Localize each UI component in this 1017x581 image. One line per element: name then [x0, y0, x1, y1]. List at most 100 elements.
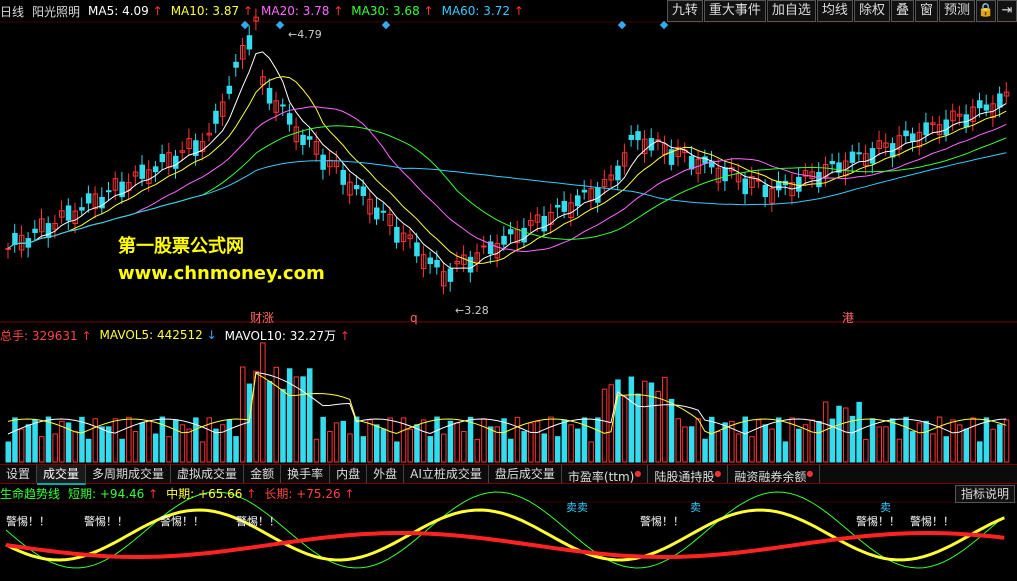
volume-bar	[280, 388, 286, 463]
up-arrow-icon: ↑	[239, 4, 253, 18]
indicator-name[interactable]: 生命趋势线	[0, 485, 60, 502]
candle	[266, 88, 273, 104]
candle	[742, 178, 748, 195]
volume-bar	[213, 428, 219, 463]
candle	[943, 119, 949, 136]
warning-label: 警惕！！	[6, 514, 50, 528]
volume-bar	[360, 436, 367, 463]
ma-label: MA10:	[170, 4, 209, 18]
tab-6[interactable]: 内盘	[330, 465, 368, 483]
volume-bar	[126, 416, 132, 463]
volume-bar	[735, 433, 742, 463]
volume-bar	[434, 416, 440, 463]
warning-label: 警惕！！	[84, 514, 128, 528]
volume-bar	[240, 366, 246, 463]
lock-icon[interactable]: 🔒	[976, 0, 996, 22]
ma-legend-item: MA30: 3.68 ↑	[351, 4, 433, 18]
volume-bar	[380, 428, 387, 463]
tab-9[interactable]: 盘后成交量	[489, 465, 562, 483]
volume-bar	[688, 426, 695, 463]
volume-bar	[943, 436, 949, 463]
volume-bar	[816, 421, 822, 463]
toolbar-button-5[interactable]: 叠	[890, 0, 914, 22]
candle	[762, 184, 769, 198]
volume-bar	[769, 428, 775, 463]
indicator-legend-item: 长期: +75.26 ↑	[264, 486, 355, 501]
warning-label: 警惕！！	[640, 514, 684, 528]
candle	[541, 215, 547, 232]
candle	[467, 256, 474, 273]
volume-bar	[983, 417, 990, 463]
warning-label: 警惕！！	[856, 514, 900, 528]
tab-11[interactable]: 陆股通持股●	[648, 465, 729, 484]
toolbar-button-4[interactable]: 除权	[853, 0, 890, 22]
tab-8[interactable]: AI立桩成交量	[404, 465, 489, 483]
candle	[85, 193, 92, 204]
up-arrow-icon: ↑	[510, 4, 524, 18]
volume-bar	[1003, 419, 1010, 463]
tab-1[interactable]: 成交量	[37, 465, 87, 485]
volume-bar	[246, 383, 253, 463]
volume-bar	[742, 416, 748, 463]
volume-bar	[749, 436, 755, 463]
back-arrow-icon[interactable]: ⇥	[997, 0, 1017, 22]
volume-header: 总手: 329631 ↑ MAVOL5: 442512 ↓ MAVOL10: 32.…	[0, 326, 358, 344]
volume-bar	[575, 428, 581, 463]
up-arrow-icon: ↑	[148, 486, 159, 501]
tab-2[interactable]: 多周期成交量	[86, 465, 172, 483]
toolbar-button-6[interactable]: 窗	[914, 0, 938, 22]
toolbar-button-1[interactable]: 重大事件	[703, 0, 766, 22]
volume-bar	[333, 422, 340, 463]
tab-0[interactable]: 设置	[0, 465, 38, 483]
candle	[575, 195, 581, 207]
tab-7[interactable]: 外盘	[367, 465, 405, 483]
tab-4[interactable]: 金额	[244, 465, 282, 483]
volume-bar	[32, 419, 38, 463]
volume-bar	[146, 420, 152, 463]
candle	[595, 187, 601, 203]
candle	[427, 257, 434, 265]
tab-5[interactable]: 换手率	[281, 465, 331, 483]
ma-legend-item: MA20: 3.78 ↑	[261, 4, 343, 18]
indicator-tab-bar: 设置 成交量 多周期成交量 虚拟成交量 金额 换手率 内盘 外盘 AI立桩成交量 盘后成交量 市盈率…	[0, 464, 1017, 485]
volume-bar	[293, 376, 300, 463]
candle	[106, 190, 112, 193]
tab-3[interactable]: 虚拟成交量	[171, 465, 245, 483]
volume-bar	[119, 438, 125, 463]
candle	[521, 227, 527, 243]
toolbar-button-0[interactable]: 九转	[666, 0, 703, 22]
up-arrow-icon: ↑	[246, 486, 257, 501]
stock-name: 阳光照明	[32, 4, 81, 19]
volume-bar	[997, 424, 1003, 463]
sell-label: 卖卖	[566, 501, 588, 514]
toolbar-button-2[interactable]: 加自选	[766, 0, 816, 22]
volume-bar	[668, 398, 675, 463]
volume-bar	[796, 428, 802, 463]
candle	[796, 176, 802, 192]
ma-legend: MA5: 4.09 ↑ MA10: 3.87 ↑ MA20: 3.78 ↑ MA30:…	[88, 4, 532, 18]
volume-bar	[541, 433, 547, 463]
volume-bar	[863, 438, 869, 463]
tab-12[interactable]: 融资融券余额●	[728, 465, 821, 484]
candle	[414, 242, 420, 257]
toolbar-button-3[interactable]: 均线	[816, 0, 853, 22]
volume-bar	[903, 416, 909, 463]
high-price-label: ←4.79	[288, 28, 322, 41]
candle	[300, 134, 306, 145]
candle	[481, 245, 487, 248]
up-arrow-icon: ↑	[344, 486, 355, 501]
volume-bar	[883, 426, 889, 463]
volume-bar	[92, 418, 99, 463]
indicator-help-button[interactable]: 指标说明	[954, 485, 1015, 503]
candle	[688, 155, 695, 170]
volume-bar	[977, 441, 983, 463]
indicator-legend-item: 中期: +65.66 ↑	[166, 486, 257, 501]
candle	[79, 207, 85, 211]
volume-bar	[521, 431, 527, 463]
tab-10[interactable]: 市盈率(ttm)●	[562, 465, 649, 484]
toolbar-button-7[interactable]: 预测	[938, 0, 975, 22]
volume-bar	[99, 426, 105, 463]
long-term-line	[5, 531, 1005, 559]
candle	[776, 181, 782, 191]
volume-bar	[152, 433, 159, 463]
